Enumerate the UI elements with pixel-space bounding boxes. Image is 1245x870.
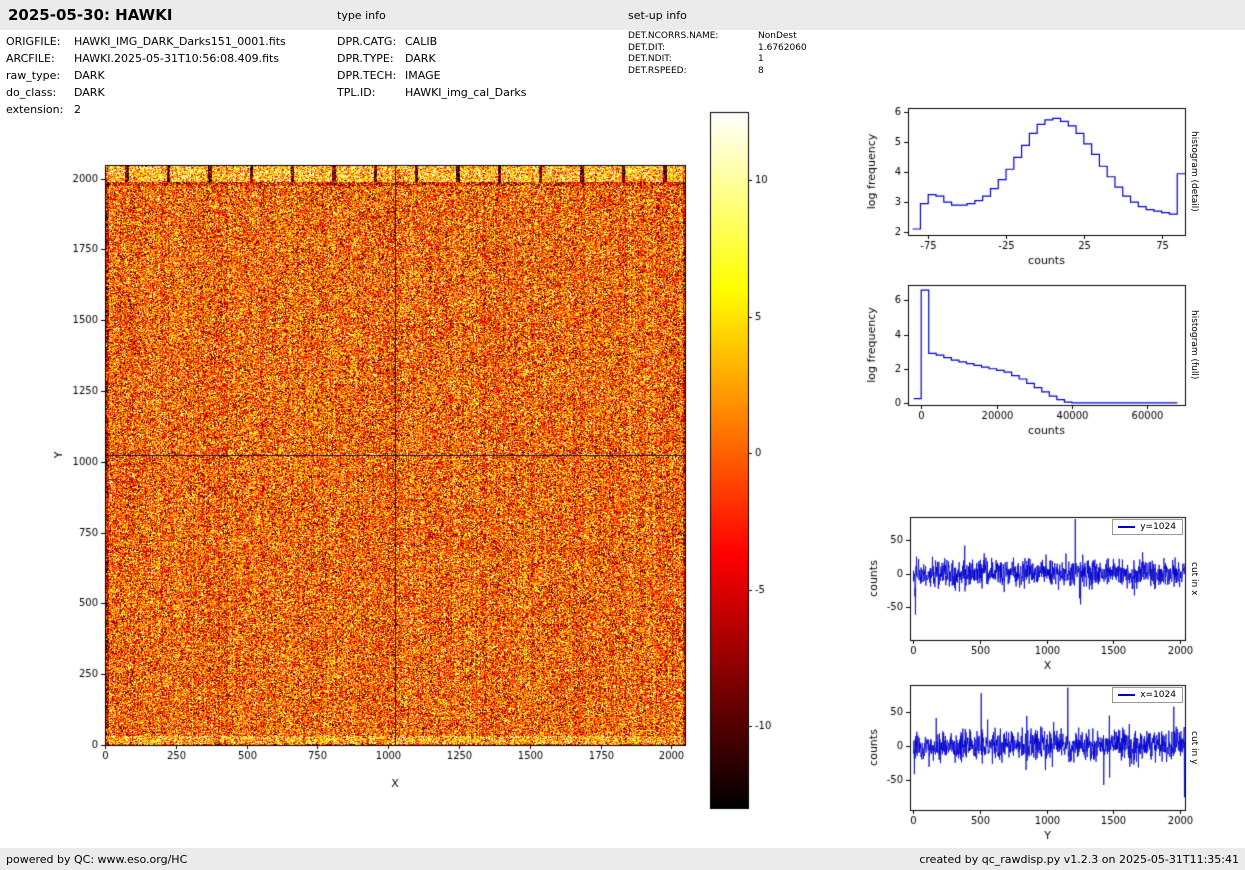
footer-bar: powered by QC: www.eso.org/HC created by…: [0, 848, 1245, 870]
metadata-row: DET.RSPEED: 8: [628, 66, 807, 78]
meta-key: TPL.ID:: [337, 84, 405, 101]
legend-line-sample: [1118, 526, 1135, 528]
footer-right: created by qc_rawdisp.py v1.2.3 on 2025-…: [919, 853, 1239, 866]
meta-key: ORIGFILE:: [6, 33, 74, 50]
meta-key: do_class:: [6, 84, 74, 101]
histogram-full-plot: [853, 268, 1203, 453]
meta-key: DPR.CATG:: [337, 33, 405, 50]
cut-in-x-legend: y=1024: [1112, 519, 1183, 535]
meta-value: NonDest: [758, 31, 797, 43]
meta-value: 1: [758, 54, 764, 66]
meta-key: raw_type:: [6, 67, 74, 84]
metadata-row: ARCFILE: HAWKI.2025-05-31T10:56:08.409.f…: [6, 50, 286, 67]
metadata-row: DET.NDIT: 1: [628, 54, 807, 66]
metadata-row: DPR.TECH: IMAGE: [337, 67, 526, 84]
meta-value: 1.6762060: [758, 43, 807, 55]
detector-image-plot: [40, 150, 700, 810]
page-title: 2025-05-30: HAWKI: [8, 6, 172, 24]
metadata-row: DET.DIT: 1.6762060: [628, 43, 807, 55]
meta-value: IMAGE: [405, 67, 441, 84]
meta-value: HAWKI_img_cal_Darks: [405, 84, 526, 101]
powered-by-text: powered by QC:: [6, 853, 98, 866]
metadata-row: DET.NCORRS.NAME: NonDest: [628, 31, 807, 43]
meta-value: 8: [758, 66, 764, 78]
metadata-row: raw_type: DARK: [6, 67, 286, 84]
type-info-label: type info: [337, 9, 386, 22]
cut-in-x-side-label: cut in x: [1186, 517, 1202, 640]
meta-value: HAWKI.2025-05-31T10:56:08.409.fits: [74, 50, 279, 67]
meta-key: DET.NDIT:: [628, 54, 758, 66]
setup-info-column: DET.NCORRS.NAME: NonDest DET.DIT: 1.6762…: [628, 31, 807, 77]
meta-key: DET.RSPEED:: [628, 66, 758, 78]
cut-in-y-side-label: cut in y: [1186, 685, 1202, 810]
metadata-row: do_class: DARK: [6, 84, 286, 101]
meta-key: DET.NCORRS.NAME:: [628, 31, 758, 43]
meta-value: HAWKI_IMG_DARK_Darks151_0001.fits: [74, 33, 286, 50]
metadata-row: DPR.TYPE: DARK: [337, 50, 526, 67]
meta-key: DET.DIT:: [628, 43, 758, 55]
qc-report-page: 2025-05-30: HAWKI type info set-up info …: [0, 0, 1245, 870]
metadata-row: TPL.ID: HAWKI_img_cal_Darks: [337, 84, 526, 101]
metadata-row: ORIGFILE: HAWKI_IMG_DARK_Darks151_0001.f…: [6, 33, 286, 50]
meta-value: 2: [74, 101, 81, 118]
metadata-row: DPR.CATG: CALIB: [337, 33, 526, 50]
metadata-row: extension: 2: [6, 101, 286, 118]
legend-line-sample: [1118, 694, 1135, 696]
histogram-detail-plot: [853, 95, 1203, 280]
meta-value: DARK: [74, 84, 105, 101]
meta-key: extension:: [6, 101, 74, 118]
legend-label: y=1024: [1140, 522, 1176, 532]
meta-key: DPR.TECH:: [337, 67, 405, 84]
meta-key: ARCFILE:: [6, 50, 74, 67]
meta-key: DPR.TYPE:: [337, 50, 405, 67]
histogram-full-side-label: histogram (full): [1186, 285, 1202, 405]
meta-value: DARK: [74, 67, 105, 84]
setup-info-label: set-up info: [628, 9, 687, 22]
footer-left: powered by QC: www.eso.org/HC: [6, 853, 187, 866]
colorbar: [703, 105, 798, 820]
qc-link[interactable]: www.eso.org/HC: [98, 853, 188, 866]
cut-in-y-legend: x=1024: [1112, 687, 1183, 703]
file-info-column: ORIGFILE: HAWKI_IMG_DARK_Darks151_0001.f…: [6, 33, 286, 118]
legend-label: x=1024: [1140, 690, 1176, 700]
histogram-detail-side-label: histogram (detail): [1186, 108, 1202, 235]
meta-value: CALIB: [405, 33, 437, 50]
meta-value: DARK: [405, 50, 436, 67]
header-bar: 2025-05-30: HAWKI type info set-up info: [0, 0, 1245, 30]
type-info-column: DPR.CATG: CALIB DPR.TYPE: DARK DPR.TECH:…: [337, 33, 526, 101]
